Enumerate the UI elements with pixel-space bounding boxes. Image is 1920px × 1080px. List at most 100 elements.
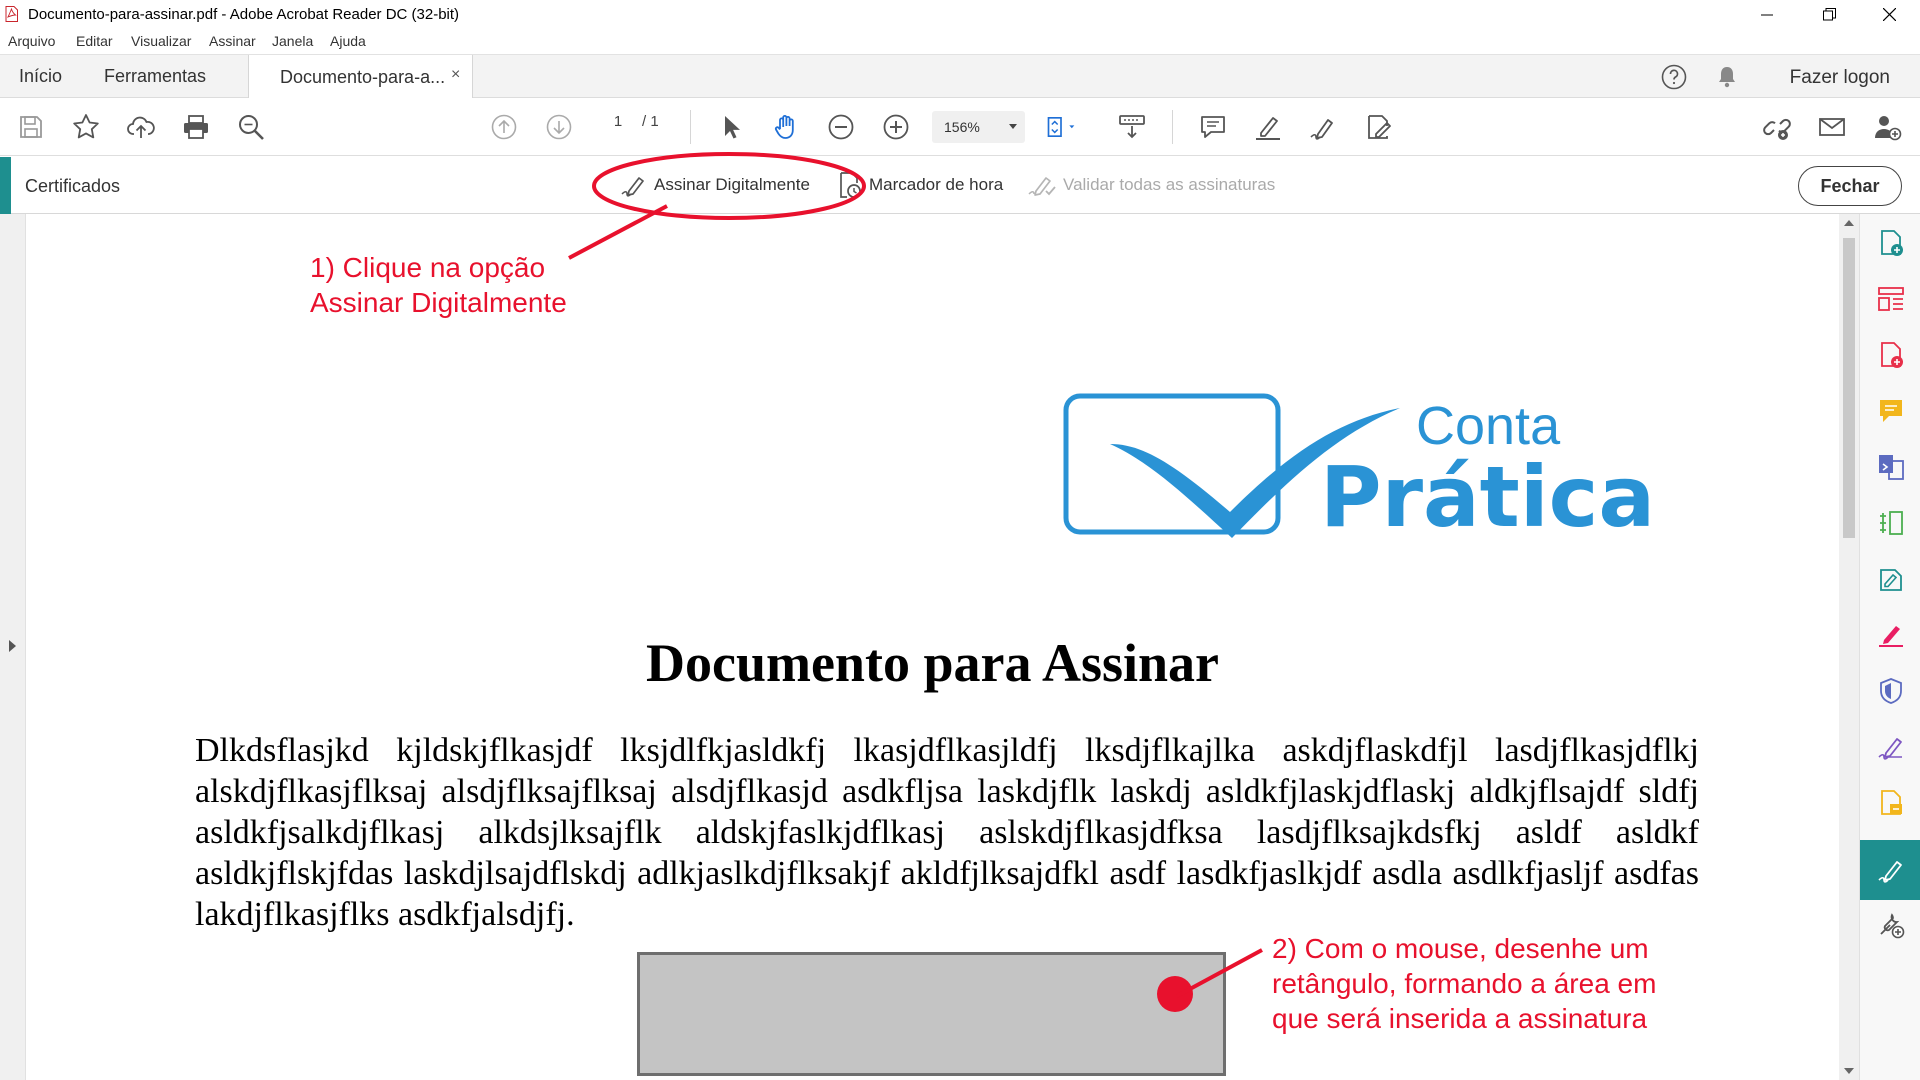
validate-all-signatures-button[interactable]: Validar todas as assinaturas [1027,171,1275,199]
timestamp-label: Marcador de hora [869,175,1004,194]
comment-icon[interactable] [1198,112,1228,142]
send-for-signature-icon[interactable] [1876,564,1906,594]
fill-and-sign-icon[interactable] [1876,620,1906,650]
tab-tools[interactable]: Ferramentas [104,55,206,98]
highlight-pen-icon[interactable] [1253,112,1283,142]
menu-bar: Arquivo Editar Visualizar Assinar Janela… [0,29,1920,54]
help-icon[interactable] [1661,64,1687,90]
minimize-icon [1761,14,1773,15]
protect-shield-icon[interactable] [1876,676,1906,706]
tab-document[interactable]: Documento-para-a... × [248,55,473,99]
left-navigation-pane [0,214,26,1080]
compare-files-icon[interactable] [1876,452,1906,482]
validate-all-label: Validar todas as assinaturas [1063,175,1276,194]
sign-pen-icon[interactable] [1308,112,1338,142]
comment-tool-icon[interactable] [1876,396,1906,426]
main-toolbar: 1 / 1 156% [0,98,1920,156]
previous-page-icon[interactable] [489,112,519,142]
scroll-down-icon[interactable] [1844,1068,1854,1074]
fit-page-icon[interactable] [1046,112,1076,142]
more-tools-icon[interactable] [1876,910,1906,940]
expand-pane-icon[interactable] [9,640,16,652]
menu-arquivo[interactable]: Arquivo [8,33,55,49]
title-bar: Documento-para-assinar.pdf - Adobe Acrob… [0,0,1920,29]
zoom-out-icon[interactable] [826,112,856,142]
certificates-sign-icon[interactable] [1876,732,1906,762]
conta-pratica-logo: Conta Prática [1063,393,1655,544]
stamp-document-icon[interactable] [1876,788,1906,818]
sign-digitally-button[interactable]: Assinar Digitalmente [620,171,810,199]
edit-document-icon[interactable] [1363,112,1393,142]
tab-bar: Início Ferramentas Documento-para-a... ×… [0,54,1920,99]
window-title: Documento-para-assinar.pdf - Adobe Acrob… [28,6,460,23]
annotation-step1: 1) Clique na opção Assinar Digitalmente [310,250,567,320]
menu-janela[interactable]: Janela [272,33,313,49]
annotation-step2-line1: 2) Com o mouse, desenhe um [1272,933,1649,964]
annotation-step2: 2) Com o mouse, desenhe um retângulo, fo… [1272,931,1656,1036]
pdf-file-icon [5,6,18,22]
sign-digitally-icon [621,177,644,197]
certificates-title: Certificados [25,176,121,196]
close-certificates-button[interactable]: Fechar [1798,166,1902,206]
tab-close-icon[interactable]: × [451,66,460,84]
tab-home-label: Início [19,66,63,86]
select-arrow-icon[interactable] [716,112,746,142]
hand-tool-icon[interactable] [771,112,801,142]
share-link-icon[interactable] [1762,112,1792,142]
validate-signatures-icon [1028,177,1056,196]
zoom-level-dropdown[interactable]: 156% [932,111,1025,143]
scrollbar-thumb[interactable] [1843,238,1855,538]
tab-tools-label: Ferramentas [104,66,207,86]
create-pdf-icon[interactable] [1876,228,1906,258]
right-tools-pane [1859,214,1920,1080]
logo-text-conta: Conta [1416,396,1561,456]
upload-cloud-icon[interactable] [126,112,156,142]
menu-editar[interactable]: Editar [76,33,113,49]
star-icon[interactable] [71,112,101,142]
menu-ajuda[interactable]: Ajuda [330,33,366,49]
next-page-icon[interactable] [544,112,574,142]
organize-pages-icon[interactable] [1876,284,1906,314]
save-icon[interactable] [16,112,46,142]
certificates-toolbar: Certificados Assinar Digitalmente Marcad… [0,157,1920,214]
minimize-button[interactable] [1738,0,1796,29]
tab-document-label: Documento-para-a... [280,66,446,87]
restore-icon [1822,8,1836,21]
bell-icon[interactable] [1714,64,1740,90]
print-icon[interactable] [181,112,211,142]
close-window-button[interactable] [1860,0,1918,29]
sign-digitally-label: Assinar Digitalmente [654,175,810,194]
annotation-step2-line2: retângulo, formando a área em [1272,968,1657,999]
vertical-scrollbar[interactable] [1839,214,1859,1080]
signature-pointer-dot [1157,976,1193,1012]
annotation-step1-line2: Assinar Digitalmente [310,287,567,318]
page-number-input[interactable]: 1 [598,113,638,131]
menu-assinar[interactable]: Assinar [209,33,256,49]
search-zoom-icon[interactable] [236,112,266,142]
certificates-accent-bar [0,157,11,214]
zoom-in-icon[interactable] [881,112,911,142]
timestamp-button[interactable]: Marcador de hora [837,171,1003,199]
document-heading: Documento para Assinar [645,633,1219,693]
scroll-mode-icon[interactable] [1117,112,1147,142]
scroll-up-icon[interactable] [1844,220,1854,226]
add-user-icon[interactable] [1872,112,1902,142]
measure-tool-icon[interactable] [1876,508,1906,538]
certificates-tool-active[interactable] [1860,840,1920,900]
toolbar-separator [690,110,691,144]
signature-area-rectangle[interactable] [637,952,1226,1076]
document-body-text: Dlkdsflasjkd kjldskjflkasjdf lksjdlfkjas… [195,732,1699,933]
certificates-active-icon [1878,861,1902,883]
close-icon [1882,8,1896,21]
email-icon[interactable] [1817,112,1847,142]
tab-home[interactable]: Início [19,55,62,98]
zoom-level-value: 156% [944,119,980,135]
logon-link[interactable]: Fazer logon [1790,67,1890,89]
toolbar-separator [1172,110,1173,144]
export-pdf-icon[interactable] [1876,340,1906,370]
logo-text-pratica: Prática [1320,448,1655,544]
timestamp-icon [840,172,861,198]
menu-visualizar[interactable]: Visualizar [131,33,191,49]
restore-button[interactable] [1800,0,1858,29]
annotation-step2-line3: que será inserida a assinatura [1272,1003,1648,1034]
